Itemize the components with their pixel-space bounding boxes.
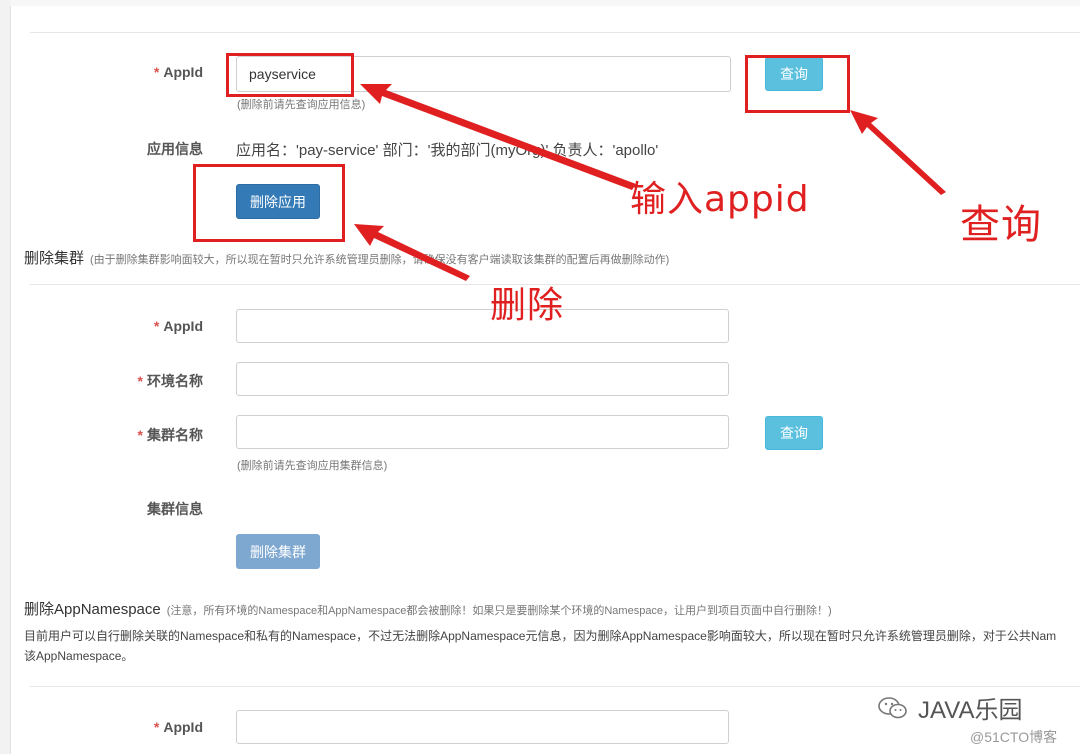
annotation-query: 查询 [960,202,1042,248]
annotation-delete: 删除 [490,285,565,326]
annotation-input-appid: 输入appid [630,179,810,220]
wechat-icon [878,696,907,718]
watermark: JAVA乐园 [878,690,1022,725]
watermark-credit: @51CTO博客 [970,729,1058,745]
annotation-arrows-icon [354,84,946,281]
watermark-brand: JAVA乐园 [918,697,1023,724]
